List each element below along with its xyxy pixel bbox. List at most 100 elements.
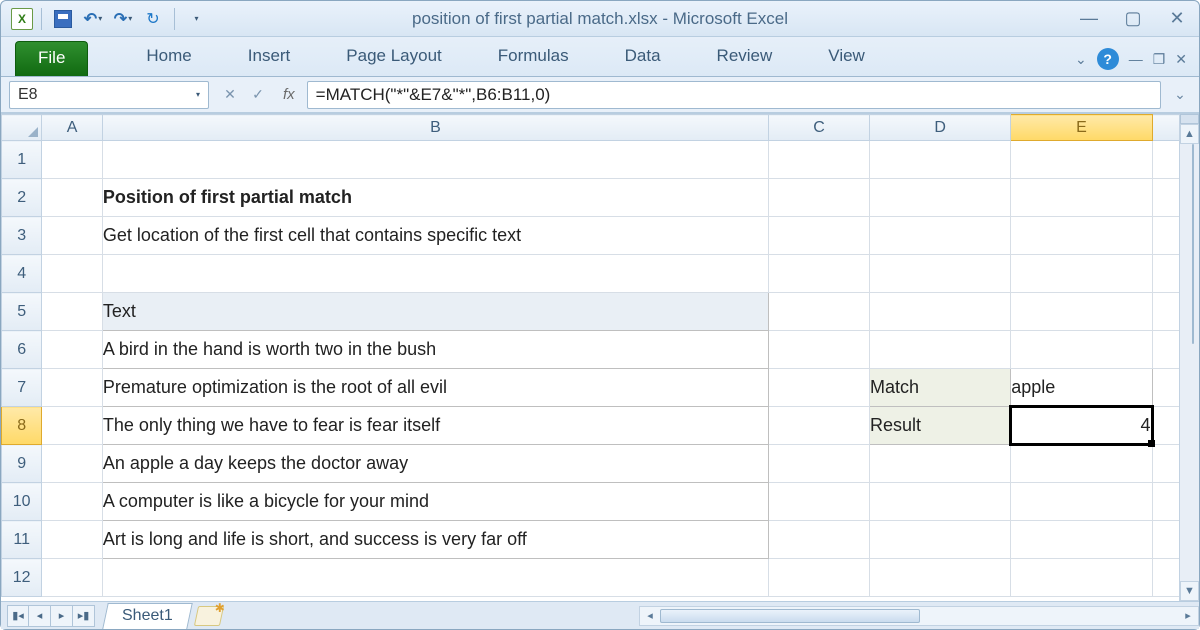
workbook-minimize-button[interactable]: — <box>1129 51 1143 67</box>
chevron-down-icon: ▾ <box>194 14 198 23</box>
undo-button[interactable]: ↶▾ <box>80 7 106 31</box>
row-header[interactable]: 12 <box>2 559 42 597</box>
col-header-e[interactable]: E <box>1011 115 1152 141</box>
chevron-down-icon: ▾ <box>98 14 102 23</box>
hscroll-thumb[interactable] <box>660 609 920 623</box>
row-header[interactable]: 11 <box>2 521 42 559</box>
formula-bar-expand-button[interactable]: ⌄ <box>1169 86 1191 103</box>
row-header[interactable]: 6 <box>2 331 42 369</box>
formula-bar: E8 ▾ ✕ ✓ fx =MATCH("*"&E7&"*",B6:B11,0) … <box>1 77 1199 113</box>
row-header[interactable]: 1 <box>2 141 42 179</box>
redo-button[interactable]: ↷▾ <box>110 7 136 31</box>
sheet-grid[interactable]: A B C D E 1 2 Position of first partial … <box>1 114 1199 601</box>
tab-formulas[interactable]: Formulas <box>470 38 597 76</box>
undo-icon: ↶ <box>84 9 97 29</box>
row-header[interactable]: 8 <box>2 407 42 445</box>
formula-text: =MATCH("*"&E7&"*",B6:B11,0) <box>316 85 551 105</box>
cell-text-row[interactable]: Art is long and life is short, and succe… <box>102 521 768 559</box>
tab-insert[interactable]: Insert <box>220 38 319 76</box>
col-header-d[interactable]: D <box>869 115 1010 141</box>
excel-window: X ↶▾ ↷▾ ↻ ▾ position of first partial ma… <box>0 0 1200 630</box>
cell-text-header[interactable]: Text <box>102 293 768 331</box>
qat-separator <box>41 8 42 30</box>
help-button[interactable]: ? <box>1097 48 1119 70</box>
first-sheet-button[interactable]: ▮◂ <box>7 605 29 627</box>
cell-text-row[interactable]: A computer is like a bicycle for your mi… <box>102 483 768 521</box>
cell-title[interactable]: Position of first partial match <box>102 179 768 217</box>
scroll-right-button[interactable]: ▸ <box>1178 609 1198 622</box>
workbook-close-button[interactable]: ✕ <box>1175 51 1187 68</box>
scroll-up-button[interactable]: ▲ <box>1180 124 1199 144</box>
split-handle[interactable] <box>1180 114 1199 124</box>
chevron-down-icon: ▾ <box>128 14 132 23</box>
tab-review[interactable]: Review <box>689 38 801 76</box>
tab-page-layout[interactable]: Page Layout <box>318 38 469 76</box>
name-box-value: E8 <box>18 86 38 104</box>
touch-icon: ↻ <box>146 9 159 29</box>
save-button[interactable] <box>50 7 76 31</box>
name-box[interactable]: E8 ▾ <box>9 81 209 109</box>
sheet-tab-bar: ▮◂ ◂ ▸ ▸▮ Sheet1 ◂ ▸ <box>1 601 1199 629</box>
next-sheet-button[interactable]: ▸ <box>51 605 73 627</box>
hscroll-track[interactable] <box>660 607 1178 625</box>
tab-data[interactable]: Data <box>597 38 689 76</box>
prev-sheet-button[interactable]: ◂ <box>29 605 51 627</box>
vertical-scrollbar[interactable]: ▲ ▼ <box>1179 114 1199 601</box>
title-bar: X ↶▾ ↷▾ ↻ ▾ position of first partial ma… <box>1 1 1199 37</box>
cell-text-row[interactable]: Premature optimization is the root of al… <box>102 369 768 407</box>
excel-app-icon[interactable]: X <box>11 8 33 30</box>
cell-result-label[interactable]: Result <box>869 407 1010 445</box>
workbook-restore-button[interactable]: ❐ <box>1153 51 1166 68</box>
cell-subtitle[interactable]: Get location of the first cell that cont… <box>102 217 768 255</box>
row-header[interactable]: 10 <box>2 483 42 521</box>
fx-label[interactable]: fx <box>279 86 299 103</box>
cell-text-row[interactable]: An apple a day keeps the doctor away <box>102 445 768 483</box>
col-header-a[interactable]: A <box>42 115 103 141</box>
scroll-thumb[interactable] <box>1192 144 1194 344</box>
ribbon-right-controls: ⌄ ? — ❐ ✕ <box>1075 48 1187 70</box>
sheet-tab-active[interactable]: Sheet1 <box>102 603 192 629</box>
cancel-formula-button[interactable]: ✕ <box>217 82 243 108</box>
worksheet-area: A B C D E 1 2 Position of first partial … <box>1 113 1199 629</box>
qat-customize-button[interactable]: ▾ <box>183 7 209 31</box>
horizontal-scrollbar[interactable]: ◂ ▸ <box>639 606 1199 626</box>
col-header-c[interactable]: C <box>769 115 870 141</box>
new-sheet-button[interactable] <box>194 606 224 626</box>
grid-table: A B C D E 1 2 Position of first partial … <box>1 114 1193 597</box>
col-header-b[interactable]: B <box>102 115 768 141</box>
row-header[interactable]: 7 <box>2 369 42 407</box>
sheet-tab-label: Sheet1 <box>122 607 173 625</box>
maximize-button[interactable]: ▢ <box>1121 8 1145 29</box>
qat-separator <box>174 8 175 30</box>
scroll-down-button[interactable]: ▼ <box>1180 581 1199 601</box>
tab-view[interactable]: View <box>800 38 893 76</box>
window-controls: — ▢ ✕ <box>1077 8 1189 29</box>
row-header[interactable]: 5 <box>2 293 42 331</box>
row-header[interactable]: 3 <box>2 217 42 255</box>
row-header[interactable]: 9 <box>2 445 42 483</box>
last-sheet-button[interactable]: ▸▮ <box>73 605 95 627</box>
quick-access-toolbar: X ↶▾ ↷▾ ↻ ▾ <box>11 7 209 31</box>
touch-mode-button[interactable]: ↻ <box>140 7 166 31</box>
row-header[interactable]: 4 <box>2 255 42 293</box>
ribbon-minimize-icon[interactable]: ⌄ <box>1075 51 1087 68</box>
chevron-down-icon[interactable]: ▾ <box>196 90 200 99</box>
ribbon: File Home Insert Page Layout Formulas Da… <box>1 37 1199 77</box>
cell-text-row[interactable]: The only thing we have to fear is fear i… <box>102 407 768 445</box>
enter-formula-button[interactable]: ✓ <box>245 82 271 108</box>
selected-cell[interactable]: 4 <box>1011 407 1152 445</box>
cell-text-row[interactable]: A bird in the hand is worth two in the b… <box>102 331 768 369</box>
cell-match-value[interactable]: apple <box>1011 369 1152 407</box>
select-all-corner[interactable] <box>2 115 42 141</box>
tab-home[interactable]: Home <box>118 38 219 76</box>
formula-input[interactable]: =MATCH("*"&E7&"*",B6:B11,0) <box>307 81 1161 109</box>
save-icon <box>54 10 72 28</box>
minimize-button[interactable]: — <box>1077 8 1101 29</box>
close-button[interactable]: ✕ <box>1165 8 1189 29</box>
formula-buttons: ✕ ✓ <box>217 82 271 108</box>
row-header[interactable]: 2 <box>2 179 42 217</box>
file-tab[interactable]: File <box>15 41 88 76</box>
redo-icon: ↷ <box>114 9 127 29</box>
cell-match-label[interactable]: Match <box>869 369 1010 407</box>
scroll-left-button[interactable]: ◂ <box>640 609 660 622</box>
